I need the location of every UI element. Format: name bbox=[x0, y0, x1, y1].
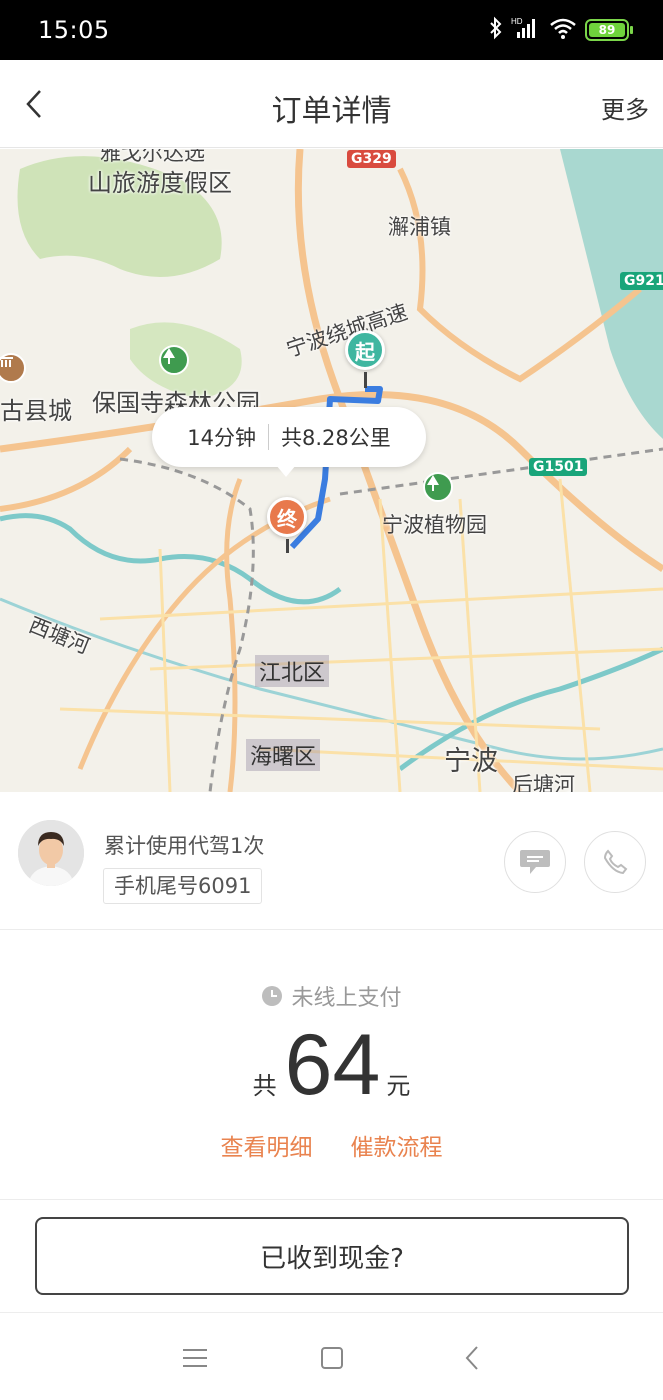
view-detail-link[interactable]: 查看明细 bbox=[221, 1128, 313, 1162]
wifi-icon bbox=[549, 16, 577, 44]
call-button[interactable] bbox=[584, 831, 646, 893]
home-button[interactable] bbox=[317, 1343, 347, 1373]
chevron-left-icon bbox=[465, 1346, 478, 1370]
tree-icon bbox=[159, 345, 189, 375]
payment-status: 未线上支付 bbox=[0, 980, 663, 1012]
svg-text:HD: HD bbox=[511, 17, 523, 26]
system-nav-bar bbox=[0, 1312, 663, 1400]
signal-icon: HD bbox=[511, 16, 541, 44]
phone-tail-tag: 手机尾号6091 bbox=[103, 868, 263, 904]
message-button[interactable] bbox=[504, 831, 566, 893]
menu-icon bbox=[183, 1349, 207, 1367]
route-summary-bubble: 14分钟 共8.28公里 bbox=[152, 407, 426, 467]
map-label-river-hou: 后塘河 bbox=[512, 773, 575, 792]
map-label-ningbo: 宁波 bbox=[444, 746, 498, 777]
map-label-resort: 山旅游度假区 bbox=[88, 169, 232, 197]
map-label-botanical: 宁波植物园 bbox=[382, 513, 487, 537]
page-title: 订单详情 bbox=[271, 94, 392, 129]
map-label-town: 澥浦镇 bbox=[388, 215, 451, 239]
battery-level: 89 bbox=[589, 23, 625, 37]
payment-status-text: 未线上支付 bbox=[291, 986, 402, 1011]
map-label-old-county: 古县城 bbox=[0, 397, 72, 425]
amount-value: 64 bbox=[284, 1017, 381, 1113]
map-label-jiangbei: 江北区 bbox=[255, 655, 330, 687]
end-pin[interactable]: 终 bbox=[267, 497, 307, 537]
status-icons: HD 89 bbox=[489, 16, 633, 44]
collection-flow-link[interactable]: 催款流程 bbox=[351, 1128, 443, 1162]
amount-unit: 元 bbox=[386, 1072, 411, 1100]
road-badge-g1501: G1501 bbox=[529, 458, 588, 476]
road-badge-g921: G921 bbox=[620, 272, 663, 290]
payment-section: 未线上支付 共 64 元 查看明细 催款流程 bbox=[0, 930, 663, 1200]
tree-icon bbox=[423, 472, 453, 502]
start-pin[interactable]: 起 bbox=[345, 330, 385, 370]
payment-links: 查看明细 催款流程 bbox=[0, 1128, 663, 1162]
menu-button[interactable] bbox=[180, 1343, 210, 1373]
phone-icon bbox=[603, 849, 628, 875]
bluetooth-icon bbox=[489, 16, 503, 44]
driver-card: 累计使用代驾1次 手机尾号6091 bbox=[0, 792, 663, 930]
driver-usage-count: 累计使用代驾1次 bbox=[104, 834, 265, 858]
clock-icon bbox=[262, 986, 283, 1006]
system-back-button[interactable] bbox=[457, 1343, 487, 1373]
road-badge-g329: G329 bbox=[347, 150, 396, 168]
more-button[interactable]: 更多 bbox=[601, 90, 649, 125]
amount-prefix: 共 bbox=[252, 1072, 277, 1100]
status-bar: 15:05 HD 89 bbox=[0, 0, 663, 60]
route-distance: 共8.28公里 bbox=[280, 426, 391, 450]
amount-row: 共 64 元 bbox=[0, 1022, 663, 1108]
nav-bar: 订单详情 更多 bbox=[0, 60, 663, 148]
chat-bubble-icon bbox=[520, 850, 550, 874]
map-label-haishu: 海曙区 bbox=[246, 739, 321, 771]
status-time: 15:05 bbox=[38, 16, 110, 44]
route-map[interactable]: 雅戈尔达选 山旅游度假区 澥浦镇 保国寺森林公园 古县城 宁波绕城高速 宁波植物… bbox=[0, 149, 663, 792]
battery-icon: 89 bbox=[585, 19, 633, 41]
cash-received-button[interactable]: 已收到现金? bbox=[35, 1217, 629, 1295]
route-duration: 14分钟 bbox=[187, 426, 256, 450]
home-square-icon bbox=[321, 1347, 343, 1369]
avatar bbox=[18, 820, 84, 886]
